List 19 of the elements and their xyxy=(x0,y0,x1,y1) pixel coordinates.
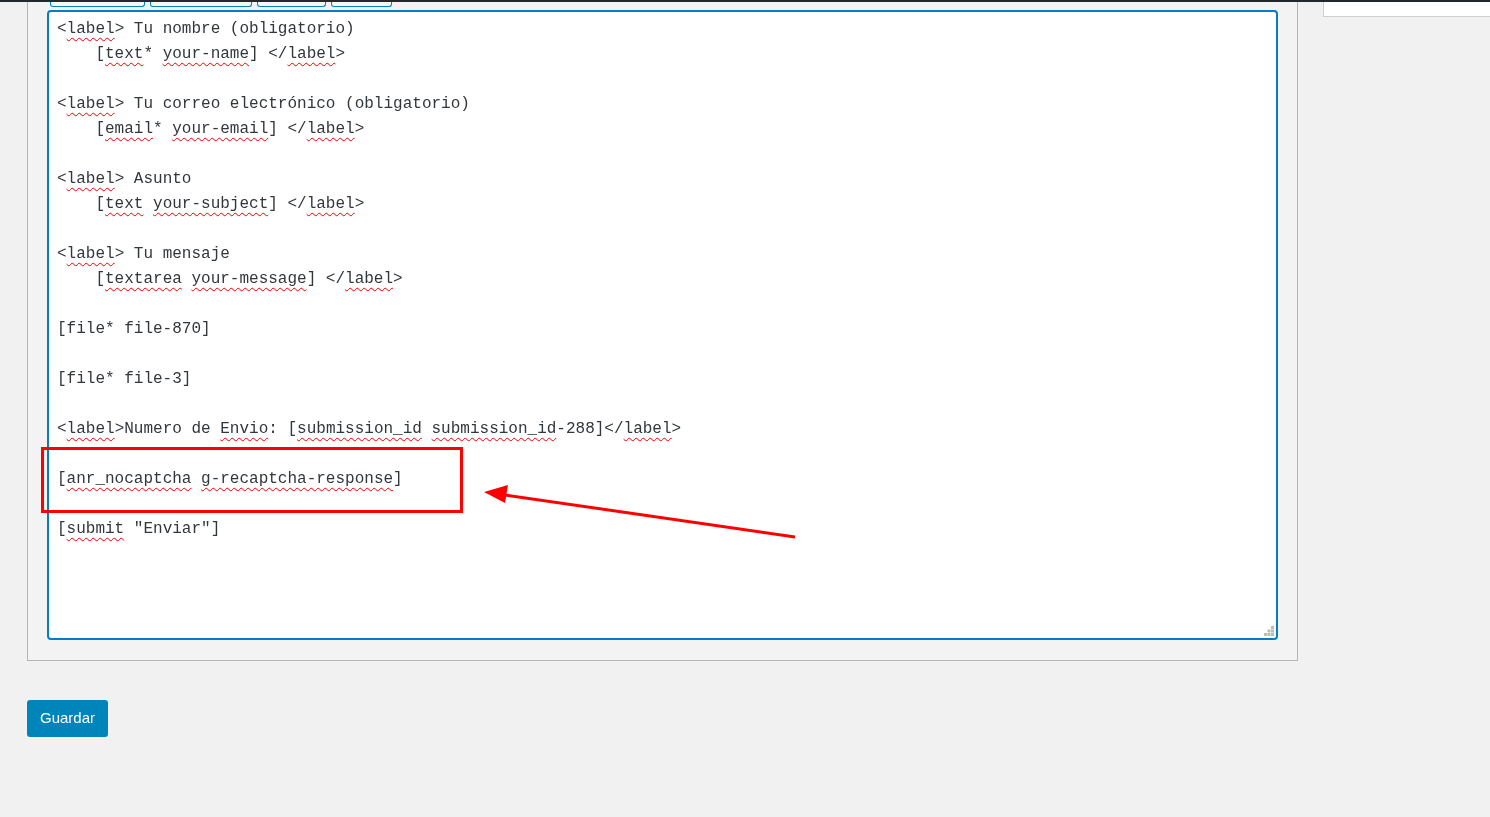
code-line: [file* file-870] xyxy=(57,319,211,340)
code-line: [anr_nocaptcha g-recaptcha-response] xyxy=(57,469,403,490)
save-button[interactable]: Guardar xyxy=(27,700,109,737)
code-line: [text your-subject] </label> xyxy=(94,194,365,215)
code-line: [file* file-3] xyxy=(57,369,192,390)
code-line: <label> Tu nombre (obligatorio) xyxy=(57,19,355,40)
code-line: <label> Tu mensaje xyxy=(57,244,230,265)
code-line: <label> Asunto xyxy=(57,169,192,190)
tag-button[interactable] xyxy=(50,2,145,7)
tag-button[interactable] xyxy=(257,2,326,7)
code-line: [textarea your-message] </label> xyxy=(94,269,403,290)
code-line: [text* your-name] </label> xyxy=(94,44,346,65)
code-line: <label> Tu correo electrónico (obligatorio) xyxy=(57,94,470,115)
tag-button[interactable] xyxy=(150,2,252,7)
tag-button[interactable] xyxy=(331,2,392,7)
resize-handle-icon[interactable] xyxy=(1264,626,1274,636)
code-line: [submit "Enviar"] xyxy=(57,519,221,540)
code-line: [email* your-email] </label> xyxy=(94,119,365,140)
code-line: <label>Numero de Envio: [submission_id submission_id-288]</label> xyxy=(57,419,682,440)
